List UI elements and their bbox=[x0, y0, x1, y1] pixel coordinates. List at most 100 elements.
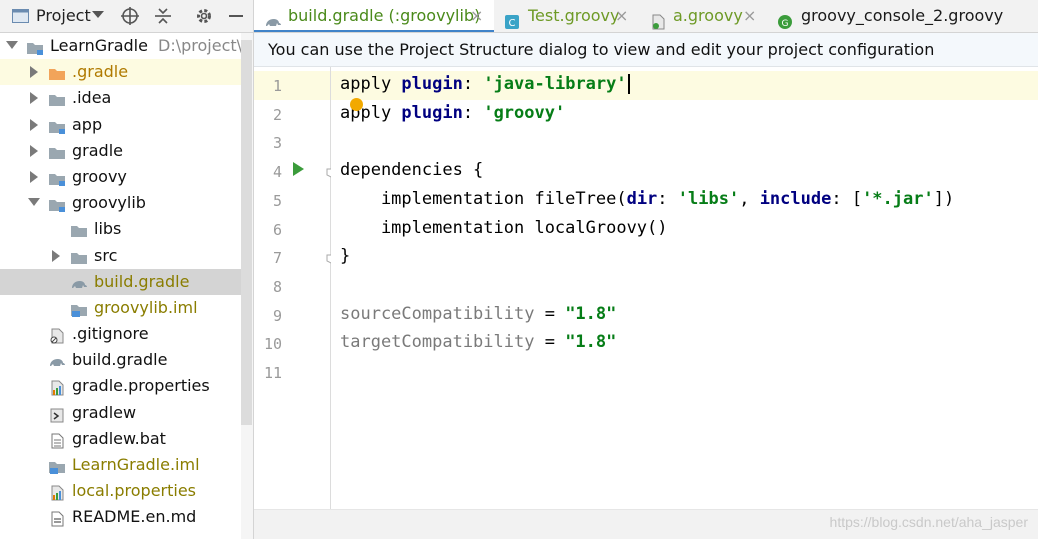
chevron-down-icon[interactable] bbox=[28, 198, 40, 207]
line-number: 5 bbox=[272, 191, 282, 210]
module-folder-icon bbox=[26, 38, 44, 55]
project-view-icon bbox=[12, 9, 29, 23]
tree-item[interactable]: local.properties bbox=[0, 478, 253, 504]
intention-bulb-icon[interactable] bbox=[350, 98, 363, 111]
tree-item-label: README.en.md bbox=[72, 507, 197, 527]
chevron-down-icon[interactable] bbox=[6, 41, 18, 49]
close-icon[interactable]: × bbox=[470, 0, 483, 32]
tree-item[interactable]: build.gradle bbox=[0, 268, 253, 295]
tree-item-label: groovylib.iml bbox=[94, 297, 198, 317]
code-editor[interactable]: apply plugin: 'java-library' apply plugin… bbox=[331, 67, 1038, 509]
editor-tab-bar: build.gradle (:groovylib) × C Test.groovy × a… bbox=[254, 0, 1038, 33]
code-token: 'libs' bbox=[677, 188, 740, 209]
code-line[interactable]: apply plugin: 'java-library' bbox=[340, 74, 630, 94]
chevron-right-icon[interactable] bbox=[52, 249, 60, 262]
tab-label: a.groovy bbox=[673, 6, 743, 25]
properties-icon bbox=[48, 483, 66, 501]
code-token: apply bbox=[340, 74, 402, 94]
tree-item[interactable]: build.gradle bbox=[0, 347, 253, 373]
tree-item-label: build.gradle bbox=[94, 271, 190, 291]
gear-icon[interactable] bbox=[194, 6, 214, 26]
minimize-icon[interactable] bbox=[226, 6, 246, 26]
chevron-right-icon[interactable] bbox=[30, 170, 38, 183]
line-number: 3 bbox=[272, 134, 282, 153]
tree-item[interactable]: libs bbox=[0, 216, 253, 242]
project-view-selector[interactable]: Project bbox=[36, 6, 91, 25]
chevron-right-icon[interactable] bbox=[30, 92, 38, 105]
code-token: '*.jar' bbox=[862, 188, 934, 209]
chevron-down-icon[interactable] bbox=[92, 11, 104, 18]
code-token: } bbox=[340, 246, 351, 267]
groovy-class-icon: C bbox=[504, 9, 520, 29]
code-token: targetCompatibility bbox=[340, 332, 535, 353]
code-token: plugin bbox=[401, 102, 463, 123]
tree-item[interactable]: gradle bbox=[0, 138, 253, 164]
run-icon[interactable] bbox=[293, 162, 304, 176]
tree-item[interactable]: .idea bbox=[0, 85, 253, 111]
line-number: 1 bbox=[272, 77, 282, 95]
tree-item[interactable]: README.en.md bbox=[0, 504, 253, 530]
code-line[interactable]: implementation localGroovy() bbox=[340, 218, 668, 238]
chevron-right-icon[interactable] bbox=[30, 144, 38, 157]
code-token: "1.8" bbox=[565, 303, 617, 324]
code-line[interactable]: } bbox=[340, 246, 350, 266]
code-line[interactable]: targetCompatibility = "1.8" bbox=[340, 332, 616, 352]
project-structure-banner: You can use the Project Structure dialog… bbox=[254, 33, 1038, 67]
tree-item[interactable]: src bbox=[0, 243, 253, 269]
line-number: 4 bbox=[272, 163, 282, 182]
iml-icon bbox=[48, 457, 66, 474]
editor-tab[interactable]: C Test.groovy × bbox=[494, 0, 639, 32]
editor-bottom-strip: https://blog.csdn.net/aha_jasper bbox=[254, 509, 1038, 539]
tree-item[interactable]: gradlew.bat bbox=[0, 426, 253, 452]
line-number: 6 bbox=[272, 220, 282, 239]
code-line[interactable]: dependencies { bbox=[340, 160, 483, 180]
code-line[interactable]: sourceCompatibility = "1.8" bbox=[340, 304, 616, 324]
code-token: 'java-library' bbox=[483, 74, 627, 94]
module-folder-icon bbox=[48, 169, 66, 186]
text-file-icon bbox=[48, 431, 66, 449]
close-icon[interactable]: × bbox=[743, 0, 756, 32]
text-caret bbox=[627, 74, 630, 94]
project-tree[interactable]: LearnGradle D:\project\And .gradle .idea app… bbox=[0, 33, 253, 531]
code-token: : bbox=[462, 74, 484, 94]
code-token: plugin bbox=[401, 74, 463, 94]
tree-item[interactable]: groovy bbox=[0, 164, 253, 190]
collapse-all-icon[interactable] bbox=[153, 6, 173, 26]
tree-item[interactable]: groovylib bbox=[0, 190, 253, 216]
tree-item[interactable]: gradle.properties bbox=[0, 373, 253, 399]
tree-item-label: LearnGradle bbox=[50, 36, 148, 55]
code-token: ]) bbox=[933, 188, 955, 209]
tree-item[interactable]: LearnGradle D:\project\And bbox=[0, 33, 253, 59]
chevron-right-icon[interactable] bbox=[30, 118, 38, 131]
close-icon[interactable]: × bbox=[615, 0, 628, 32]
folder-icon bbox=[70, 248, 88, 264]
svg-text:C: C bbox=[509, 18, 516, 29]
tree-item[interactable]: LearnGradle.iml bbox=[0, 452, 253, 478]
folder-orange-icon bbox=[48, 64, 66, 81]
locate-icon[interactable] bbox=[120, 6, 140, 26]
tree-item-label: LearnGradle.iml bbox=[72, 455, 200, 474]
tree-item-label: gradlew bbox=[72, 402, 137, 422]
tree-item[interactable]: .gitignore bbox=[0, 321, 253, 347]
tree-item[interactable]: groovylib.iml bbox=[0, 295, 253, 321]
code-line[interactable]: implementation fileTree(dir: 'libs', inc… bbox=[340, 189, 954, 209]
editor-tab[interactable]: build.gradle (:groovylib) × bbox=[254, 0, 494, 32]
watermark-text: https://blog.csdn.net/aha_jasper bbox=[829, 514, 1028, 530]
properties-icon bbox=[48, 378, 66, 396]
tree-item[interactable]: .gradle bbox=[0, 59, 253, 86]
editor-tab[interactable]: a.groovy × bbox=[639, 0, 767, 32]
editor-tab[interactable]: Ggroovy_console_2.groovy bbox=[767, 0, 1038, 32]
code-line[interactable]: apply plugin: 'groovy' bbox=[340, 103, 565, 123]
tab-label: groovy_console_2.groovy bbox=[801, 6, 1004, 25]
tree-item[interactable]: app bbox=[0, 112, 253, 138]
chevron-right-icon[interactable] bbox=[30, 66, 38, 79]
gradle-icon bbox=[70, 274, 88, 290]
code-token: 'groovy' bbox=[483, 102, 566, 123]
code-token: : bbox=[657, 188, 678, 209]
line-number: 8 bbox=[272, 277, 282, 296]
editor-gutter[interactable]: 1 2 3 4 5 6 7 8 9 10 11 bbox=[254, 67, 336, 509]
tree-item[interactable]: gradlew bbox=[0, 400, 253, 426]
tree-scrollbar-thumb[interactable] bbox=[241, 40, 252, 425]
tree-item-label: libs bbox=[94, 219, 122, 239]
tree-item-path: D:\project\And bbox=[158, 36, 253, 55]
